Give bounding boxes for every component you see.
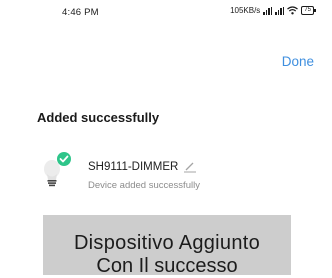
done-button[interactable]: Done [282, 54, 314, 69]
device-name: SH9111-DIMMER [88, 161, 179, 173]
device-name-row: SH9111-DIMMER [88, 161, 197, 173]
edit-icon[interactable] [183, 161, 197, 173]
bulb-icon [44, 152, 71, 187]
status-bar: 4:46 PM 105KB/s 75 [0, 0, 332, 24]
caption-overlay: Dispositivo Aggiunto Con Il successo [43, 215, 291, 277]
wifi-icon [287, 6, 299, 15]
device-status: Device added successfully [88, 180, 200, 191]
status-icons: 105KB/s 75 [230, 6, 316, 15]
caption-line-2: Con Il successo [96, 255, 238, 277]
caption-line-1: Dispositivo Aggiunto [73, 232, 261, 254]
signal-icon [263, 6, 273, 15]
network-speed: 105KB/s [230, 6, 261, 15]
status-time: 4:46 PM [62, 7, 99, 18]
device-row[interactable]: SH9111-DIMMER Device added successfully [36, 150, 316, 191]
battery-icon: 75 [301, 6, 316, 15]
check-badge-icon [57, 152, 71, 166]
signal-icon-2 [275, 6, 285, 15]
page-title: Added successfully [37, 110, 160, 125]
